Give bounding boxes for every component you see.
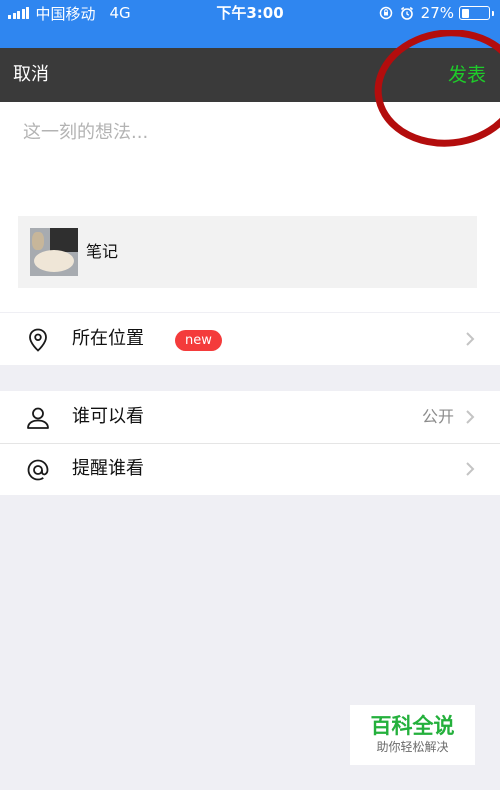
location-row[interactable]: 所在位置 new <box>0 313 500 365</box>
alarm-icon <box>400 6 413 20</box>
shared-item-thumbnail <box>30 228 78 276</box>
location-label: 所在位置 <box>72 328 144 349</box>
watermark-title: 百科全说 <box>370 714 455 738</box>
new-badge: new <box>175 330 222 351</box>
battery-icon <box>459 6 494 20</box>
chevron-right-icon <box>466 410 475 424</box>
chevron-right-icon <box>466 462 475 476</box>
cancel-button[interactable]: 取消 <box>13 48 49 102</box>
location-section: 所在位置 new <box>0 313 500 365</box>
status-bar: 中国移动 4G 下午3:00 27% <box>0 0 500 48</box>
person-icon <box>27 407 49 429</box>
shared-item-title: 笔记 <box>86 242 119 261</box>
location-pin-icon <box>29 328 47 352</box>
watermark-subtitle: 助你轻松解决 <box>376 740 449 754</box>
battery-fill <box>461 8 469 18</box>
visibility-label: 谁可以看 <box>72 406 144 427</box>
visibility-value: 公开 <box>421 407 454 426</box>
status-right: 27% <box>379 3 494 23</box>
visibility-row[interactable]: 谁可以看 公开 <box>0 391 500 443</box>
at-sign-icon <box>27 459 49 481</box>
mention-label: 提醒谁看 <box>72 458 144 479</box>
watermark-logo: 百科全说 助你轻松解决 <box>350 705 475 765</box>
post-text-input[interactable] <box>23 122 463 143</box>
chevron-right-icon <box>466 332 475 346</box>
compose-area: 笔记 <box>0 102 500 312</box>
rotation-lock-icon <box>379 6 392 20</box>
battery-percent: 27% <box>420 4 454 22</box>
battery-nub <box>491 10 494 16</box>
publish-button[interactable]: 发表 <box>448 48 486 102</box>
privacy-section: 谁可以看 公开 提醒谁看 <box>0 391 500 495</box>
mention-row[interactable]: 提醒谁看 <box>0 443 500 495</box>
shared-item-card[interactable]: 笔记 <box>18 216 477 288</box>
nav-bar: 取消 发表 <box>0 48 500 102</box>
